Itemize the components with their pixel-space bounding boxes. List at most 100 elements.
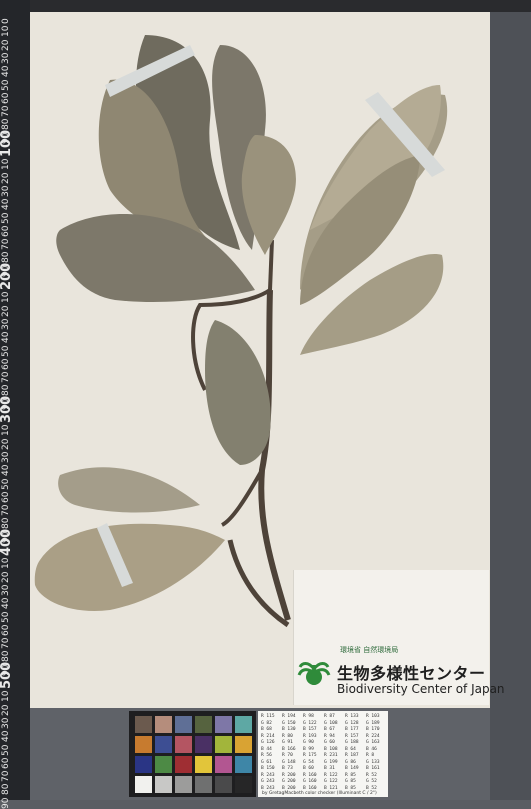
color-card-note: by GretagMacbeth color checker (Illumina… bbox=[262, 791, 377, 796]
color-value-cell: R 243 bbox=[261, 772, 275, 778]
biodiversity-center-logo bbox=[297, 662, 331, 685]
color-value-cell: G 189 bbox=[366, 720, 380, 726]
color-value-cell: G 61 bbox=[261, 759, 272, 765]
color-swatch bbox=[235, 736, 252, 753]
color-swatch bbox=[195, 776, 212, 793]
color-value-cell: G 243 bbox=[261, 779, 275, 784]
color-swatch bbox=[135, 776, 152, 793]
color-swatch bbox=[155, 736, 172, 753]
color-value-cell: G 160 bbox=[303, 779, 317, 784]
color-swatch bbox=[195, 716, 212, 733]
color-checker-card bbox=[129, 711, 256, 797]
color-swatch bbox=[155, 756, 172, 773]
color-value-cell: G 82 bbox=[261, 720, 272, 726]
color-value-cell: R 160 bbox=[303, 772, 317, 778]
color-value-cell: G 200 bbox=[282, 779, 296, 784]
color-value-cell: G 128 bbox=[345, 720, 359, 726]
color-value-cell: G 108 bbox=[324, 720, 338, 726]
color-value-cell: R 193 bbox=[303, 733, 317, 739]
color-value-cell: B 85 bbox=[345, 785, 356, 791]
color-value-cell: G 90 bbox=[303, 740, 314, 745]
color-value-cell: G 54 bbox=[303, 759, 314, 765]
color-value-cell: R 87 bbox=[324, 714, 335, 719]
color-value-table: R 115 R 194 R 98 R 87 R 133 R 103 G 82 G 150 G 1… bbox=[258, 711, 388, 797]
color-value-cell: G 85 bbox=[345, 779, 356, 784]
color-swatch bbox=[235, 776, 252, 793]
color-value-cell: R 94 bbox=[324, 733, 335, 739]
color-value-cell: G 126 bbox=[261, 740, 275, 745]
color-value-cell: R 224 bbox=[366, 733, 380, 739]
institution-name-japanese: 生物多様性センター bbox=[337, 664, 486, 683]
color-swatch bbox=[215, 716, 232, 733]
color-value-cell: B 149 bbox=[345, 766, 359, 771]
color-value-cell: B 157 bbox=[303, 727, 317, 732]
color-value-cell: B 166 bbox=[282, 746, 296, 752]
color-value-cell: R 103 bbox=[366, 714, 380, 719]
color-value-cell: B 52 bbox=[366, 785, 377, 791]
color-value-cell: B 67 bbox=[324, 727, 335, 732]
color-value-cell: B 161 bbox=[366, 766, 380, 771]
color-swatch bbox=[195, 736, 212, 753]
color-value-cell: B 64 bbox=[345, 746, 356, 752]
color-value-cell: R 133 bbox=[345, 714, 359, 719]
color-value-cell: G 86 bbox=[345, 759, 356, 765]
color-value-cell: B 130 bbox=[282, 727, 296, 732]
color-value-cell: B 160 bbox=[303, 785, 317, 791]
ministry-text: 環境省 自然環境局 bbox=[340, 646, 399, 654]
color-value-cell: B 46 bbox=[366, 746, 377, 752]
color-value-cell: B 243 bbox=[261, 785, 275, 791]
color-value-cell: G 52 bbox=[366, 779, 377, 784]
color-value-cell: B 99 bbox=[303, 746, 314, 752]
color-swatch bbox=[215, 756, 232, 773]
color-value-cell: B 60 bbox=[303, 766, 314, 771]
color-swatch bbox=[175, 716, 192, 733]
color-swatch bbox=[235, 756, 252, 773]
color-swatch bbox=[155, 716, 172, 733]
color-swatch bbox=[135, 716, 152, 733]
color-swatch bbox=[215, 776, 232, 793]
color-value-cell: R 194 bbox=[282, 714, 296, 719]
color-value-cell: B 31 bbox=[324, 766, 335, 771]
color-value-cell: B 68 bbox=[261, 727, 272, 732]
color-swatch bbox=[175, 756, 192, 773]
color-swatch bbox=[135, 736, 152, 753]
color-value-cell: R 175 bbox=[303, 753, 317, 758]
color-value-cell: B 44 bbox=[261, 746, 272, 752]
color-value-cell: R 122 bbox=[324, 772, 338, 778]
color-value-cell: R 56 bbox=[261, 753, 272, 758]
color-value-cell: B 177 bbox=[345, 727, 359, 732]
color-value-cell: G 199 bbox=[324, 759, 338, 765]
color-swatch bbox=[175, 736, 192, 753]
color-value-cell: R 231 bbox=[324, 753, 338, 758]
color-value-cell: G 122 bbox=[324, 779, 338, 784]
color-swatch bbox=[195, 756, 212, 773]
color-value-cell: G 122 bbox=[303, 720, 317, 726]
color-value-cell: G 133 bbox=[366, 759, 380, 765]
color-value-cell: R 187 bbox=[345, 753, 359, 758]
color-value-cell: G 91 bbox=[282, 740, 293, 745]
color-value-cell: B 200 bbox=[282, 785, 296, 791]
color-value-cell: B 150 bbox=[261, 766, 275, 771]
color-value-cell: R 115 bbox=[261, 714, 275, 719]
color-value-cell: B 108 bbox=[324, 746, 338, 752]
color-swatch bbox=[135, 756, 152, 773]
color-value-cell: G 150 bbox=[282, 720, 296, 726]
color-value-cell: B 121 bbox=[324, 785, 338, 791]
color-value-cell: R 85 bbox=[345, 772, 356, 778]
color-value-cell: R 8 bbox=[366, 753, 375, 758]
color-value-cell: G 163 bbox=[366, 740, 380, 745]
color-value-cell: R 200 bbox=[282, 772, 296, 778]
color-value-cell: R 70 bbox=[282, 753, 293, 758]
color-value-cell: R 214 bbox=[261, 733, 275, 739]
color-value-cell: R 98 bbox=[303, 714, 314, 719]
color-swatch bbox=[175, 776, 192, 793]
color-swatch bbox=[235, 716, 252, 733]
color-value-cell: R 157 bbox=[345, 733, 359, 739]
color-value-cell: G 60 bbox=[324, 740, 335, 745]
color-value-cell: R 80 bbox=[282, 733, 293, 739]
color-value-cell: B 170 bbox=[366, 727, 380, 732]
color-value-cell: G 188 bbox=[345, 740, 359, 745]
color-value-cell: R 52 bbox=[366, 772, 377, 778]
color-value-cell: G 148 bbox=[282, 759, 296, 765]
institution-name-english: Biodiversity Center of Japan bbox=[337, 682, 505, 696]
